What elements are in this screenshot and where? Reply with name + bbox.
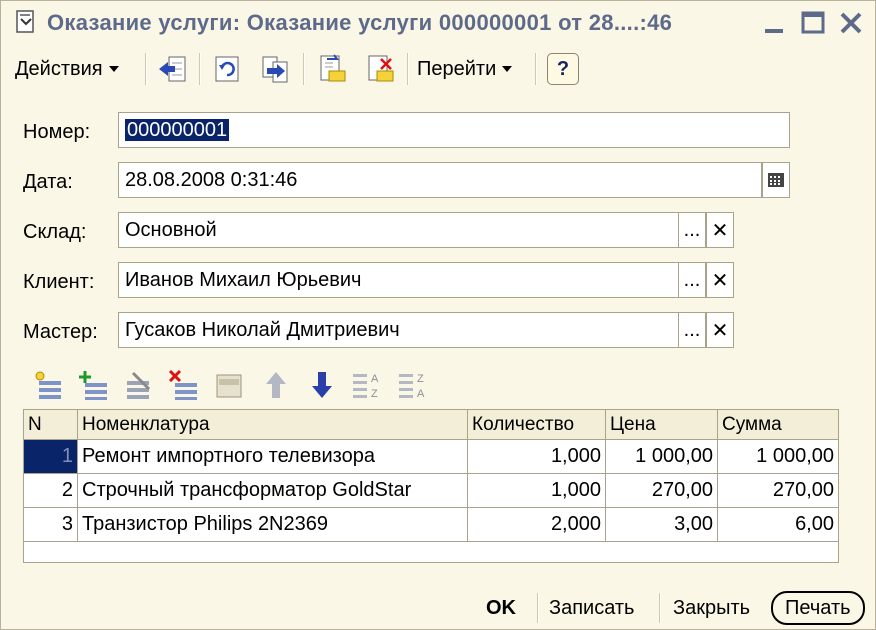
price-cell: 3,00 — [606, 508, 718, 541]
row-number-cell: 1 — [24, 440, 78, 473]
button-separator — [537, 593, 539, 623]
column-header-quantity[interactable]: Количество — [468, 410, 606, 440]
warehouse-select-button[interactable]: ... — [678, 212, 706, 248]
close-icon[interactable] — [837, 9, 865, 37]
clear-icon: ✕ — [711, 269, 729, 292]
item-cell: Ремонт импортного телевизора — [78, 440, 468, 473]
goto-menu-label: Перейти — [417, 57, 497, 80]
sum-cell: 1 000,00 — [756, 445, 834, 467]
end-edit-icon[interactable] — [213, 369, 247, 401]
table-row[interactable]: 3 Транзистор Philips 2N2369 2,000 3,00 6… — [24, 508, 838, 542]
master-select-button[interactable]: ... — [678, 312, 706, 348]
warehouse-field[interactable]: Основной — [118, 212, 679, 248]
date-value: 28.08.2008 0:31:46 — [125, 169, 298, 191]
actions-menu-button[interactable]: Действия — [15, 51, 119, 87]
row-number-cell: 2 — [24, 474, 78, 507]
title-bar: Оказание услуги: Оказание услуги 0000000… — [1, 1, 875, 45]
number-label: Номер: — [23, 121, 91, 143]
unpost-document-icon[interactable] — [363, 53, 397, 85]
column-header-item[interactable]: Номенклатура — [78, 410, 468, 440]
toolbar-separator — [199, 53, 201, 85]
arrow-up-icon[interactable] — [259, 369, 293, 401]
window-title: Оказание услуги: Оказание услуги 0000000… — [47, 10, 673, 35]
toolbar-separator — [303, 53, 305, 85]
warehouse-label: Склад: — [23, 221, 87, 243]
add-row-icon[interactable] — [31, 369, 65, 401]
column-header-sum[interactable]: Сумма — [718, 410, 838, 440]
master-value: Гусаков Николай Дмитриевич — [125, 319, 400, 341]
quantity-cell: 1,000 — [468, 474, 606, 507]
column-header-n[interactable]: N — [24, 410, 78, 440]
table-row[interactable]: 1 Ремонт импортного телевизора 1,000 1 0… — [24, 440, 838, 474]
edit-row-icon[interactable] — [123, 369, 157, 401]
post-document-icon[interactable] — [315, 53, 349, 85]
chevron-down-icon — [108, 66, 119, 72]
ellipsis-icon: ... — [683, 318, 701, 341]
date-label: Дата: — [23, 171, 73, 193]
save-button[interactable]: Записать — [549, 591, 634, 625]
goto-menu-button[interactable]: Перейти — [417, 51, 513, 87]
calendar-icon — [768, 173, 784, 187]
ellipsis-icon: ... — [683, 218, 701, 241]
item-cell: Строчный трансформатор GoldStar — [78, 474, 468, 507]
clear-icon: ✕ — [711, 319, 729, 342]
sort-ascending-icon[interactable]: A Z — [351, 369, 385, 401]
quantity-cell: 2,000 — [468, 508, 606, 541]
table-row[interactable]: 2 Строчный трансформатор GoldStar 1,000 … — [24, 474, 838, 508]
client-select-button[interactable]: ... — [678, 262, 706, 298]
copy-to-icon[interactable] — [259, 53, 293, 85]
svg-text:A: A — [371, 373, 379, 385]
column-header-price[interactable]: Цена — [606, 410, 718, 440]
client-value: Иванов Михаил Юрьевич — [125, 269, 362, 291]
master-label: Мастер: — [23, 321, 98, 343]
minimize-icon[interactable] — [761, 9, 789, 37]
clear-icon: ✕ — [711, 219, 729, 242]
sum-cell: 6,00 — [795, 513, 834, 535]
sum-cell: 270,00 — [772, 479, 834, 501]
delete-row-icon[interactable] — [167, 369, 201, 401]
quantity-cell: 1,000 — [468, 440, 606, 473]
button-separator — [659, 593, 661, 623]
actions-menu-label: Действия — [15, 57, 103, 80]
master-field[interactable]: Гусаков Николай Дмитриевич — [118, 312, 679, 348]
toolbar: Действия Перейти ? — [5, 47, 871, 91]
warehouse-clear-button[interactable]: ✕ — [706, 212, 734, 248]
print-button[interactable]: Печать — [771, 591, 865, 625]
client-label: Клиент: — [23, 271, 95, 293]
number-value: 000000001 — [125, 119, 230, 141]
refresh-icon[interactable] — [211, 53, 245, 85]
help-icon: ? — [556, 57, 570, 80]
svg-text:A: A — [417, 388, 425, 400]
table-header: N Номенклатура Количество Цена Сумма — [24, 410, 838, 440]
help-button[interactable]: ? — [547, 53, 579, 85]
price-cell: 1 000,00 — [606, 440, 718, 473]
document-icon — [16, 10, 34, 33]
date-field[interactable]: 28.08.2008 0:31:46 — [118, 162, 762, 198]
sort-descending-icon[interactable]: Z A — [397, 369, 431, 401]
chevron-down-icon — [502, 66, 513, 72]
price-cell: 270,00 — [606, 474, 718, 507]
maximize-icon[interactable] — [799, 9, 827, 37]
close-button[interactable]: Закрыть — [673, 591, 750, 625]
ok-button[interactable]: OK — [486, 591, 516, 625]
calendar-button[interactable] — [762, 162, 790, 198]
client-clear-button[interactable]: ✕ — [706, 262, 734, 298]
row-number-cell: 3 — [24, 508, 78, 541]
document-window: Оказание услуги: Оказание услуги 0000000… — [0, 0, 876, 630]
item-cell: Транзистор Philips 2N2369 — [78, 508, 468, 541]
toolbar-separator — [145, 53, 147, 85]
svg-text:Z: Z — [417, 373, 424, 385]
ellipsis-icon: ... — [683, 268, 701, 291]
arrow-down-icon[interactable] — [305, 369, 339, 401]
items-table[interactable]: N Номенклатура Количество Цена Сумма 1 Р… — [23, 409, 839, 563]
insert-from-icon[interactable] — [155, 53, 189, 85]
copy-row-icon[interactable] — [77, 369, 111, 401]
toolbar-separator — [407, 53, 409, 85]
number-field[interactable]: 000000001 — [118, 112, 790, 148]
master-clear-button[interactable]: ✕ — [706, 312, 734, 348]
warehouse-value: Основной — [125, 219, 217, 241]
client-field[interactable]: Иванов Михаил Юрьевич — [118, 262, 679, 298]
svg-text:Z: Z — [371, 388, 378, 400]
toolbar-separator — [535, 53, 537, 85]
